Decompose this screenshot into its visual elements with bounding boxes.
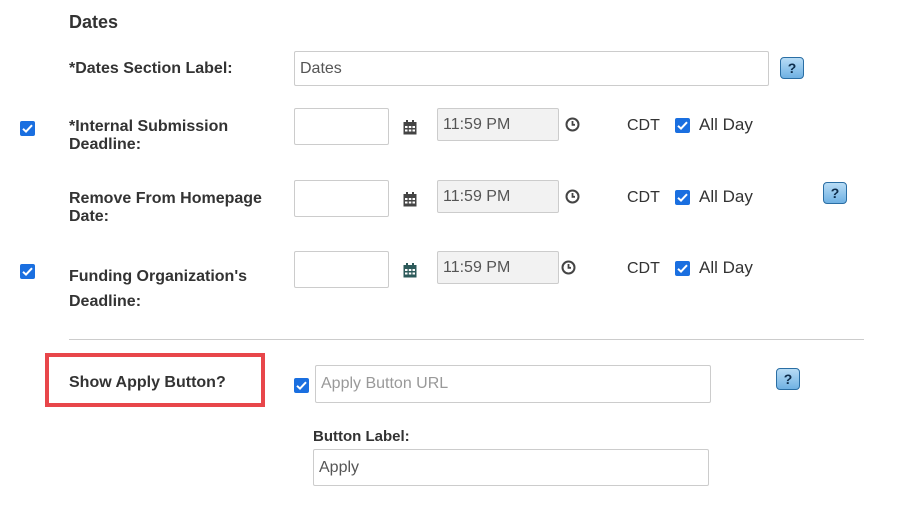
checkmark-icon: [677, 264, 688, 274]
checkmark-icon: [677, 193, 688, 203]
checkmark-icon: [296, 381, 307, 391]
calendar-icon[interactable]: [403, 120, 417, 140]
help-icon[interactable]: ?: [776, 368, 800, 390]
dates-section-label: *Dates Section Label:: [69, 60, 233, 77]
show-apply-button-label: Show Apply Button?: [69, 374, 226, 391]
checkmark-icon: [22, 267, 33, 277]
button-label-title: Button Label:: [313, 428, 410, 445]
timezone-label: CDT: [627, 117, 660, 134]
funding-deadline-date-input[interactable]: [294, 251, 389, 288]
remove-homepage-date-input[interactable]: [294, 180, 389, 217]
button-label-input[interactable]: Apply: [313, 449, 709, 486]
calendar-icon[interactable]: [403, 263, 417, 283]
funding-deadline-label: Funding Organization's Deadline:: [69, 268, 248, 310]
all-day-checkbox[interactable]: [675, 118, 690, 133]
timezone-label: CDT: [627, 260, 660, 277]
apply-button-url-input[interactable]: Apply Button URL: [315, 365, 711, 403]
funding-deadline-time-input[interactable]: 11:59 PM: [437, 251, 559, 284]
internal-deadline-label: *Internal Submission Deadline:: [69, 118, 229, 153]
dates-section-label-input[interactable]: Dates: [294, 51, 769, 86]
timezone-label: CDT: [627, 189, 660, 206]
remove-homepage-time-input[interactable]: 11:59 PM: [437, 180, 559, 213]
internal-deadline-enable-checkbox[interactable]: [20, 121, 35, 136]
remove-homepage-label: Remove From Homepage Date:: [69, 190, 262, 225]
funding-deadline-enable-checkbox[interactable]: [20, 264, 35, 279]
help-icon[interactable]: ?: [780, 57, 804, 79]
internal-deadline-time-input[interactable]: 11:59 PM: [437, 108, 559, 141]
clock-icon[interactable]: [565, 117, 580, 137]
all-day-checkbox[interactable]: [675, 261, 690, 276]
section-divider: [69, 339, 864, 340]
checkmark-icon: [677, 121, 688, 131]
section-title: Dates: [69, 12, 119, 32]
checkmark-icon: [22, 124, 33, 134]
all-day-label: All Day: [699, 258, 753, 277]
clock-icon[interactable]: [565, 189, 580, 209]
show-apply-button-checkbox[interactable]: [294, 378, 309, 393]
all-day-checkbox[interactable]: [675, 190, 690, 205]
all-day-label: All Day: [699, 115, 753, 134]
internal-deadline-date-input[interactable]: [294, 108, 389, 145]
clock-icon[interactable]: [561, 260, 576, 280]
help-icon[interactable]: ?: [823, 182, 847, 204]
all-day-label: All Day: [699, 187, 753, 206]
calendar-icon[interactable]: [403, 192, 417, 212]
